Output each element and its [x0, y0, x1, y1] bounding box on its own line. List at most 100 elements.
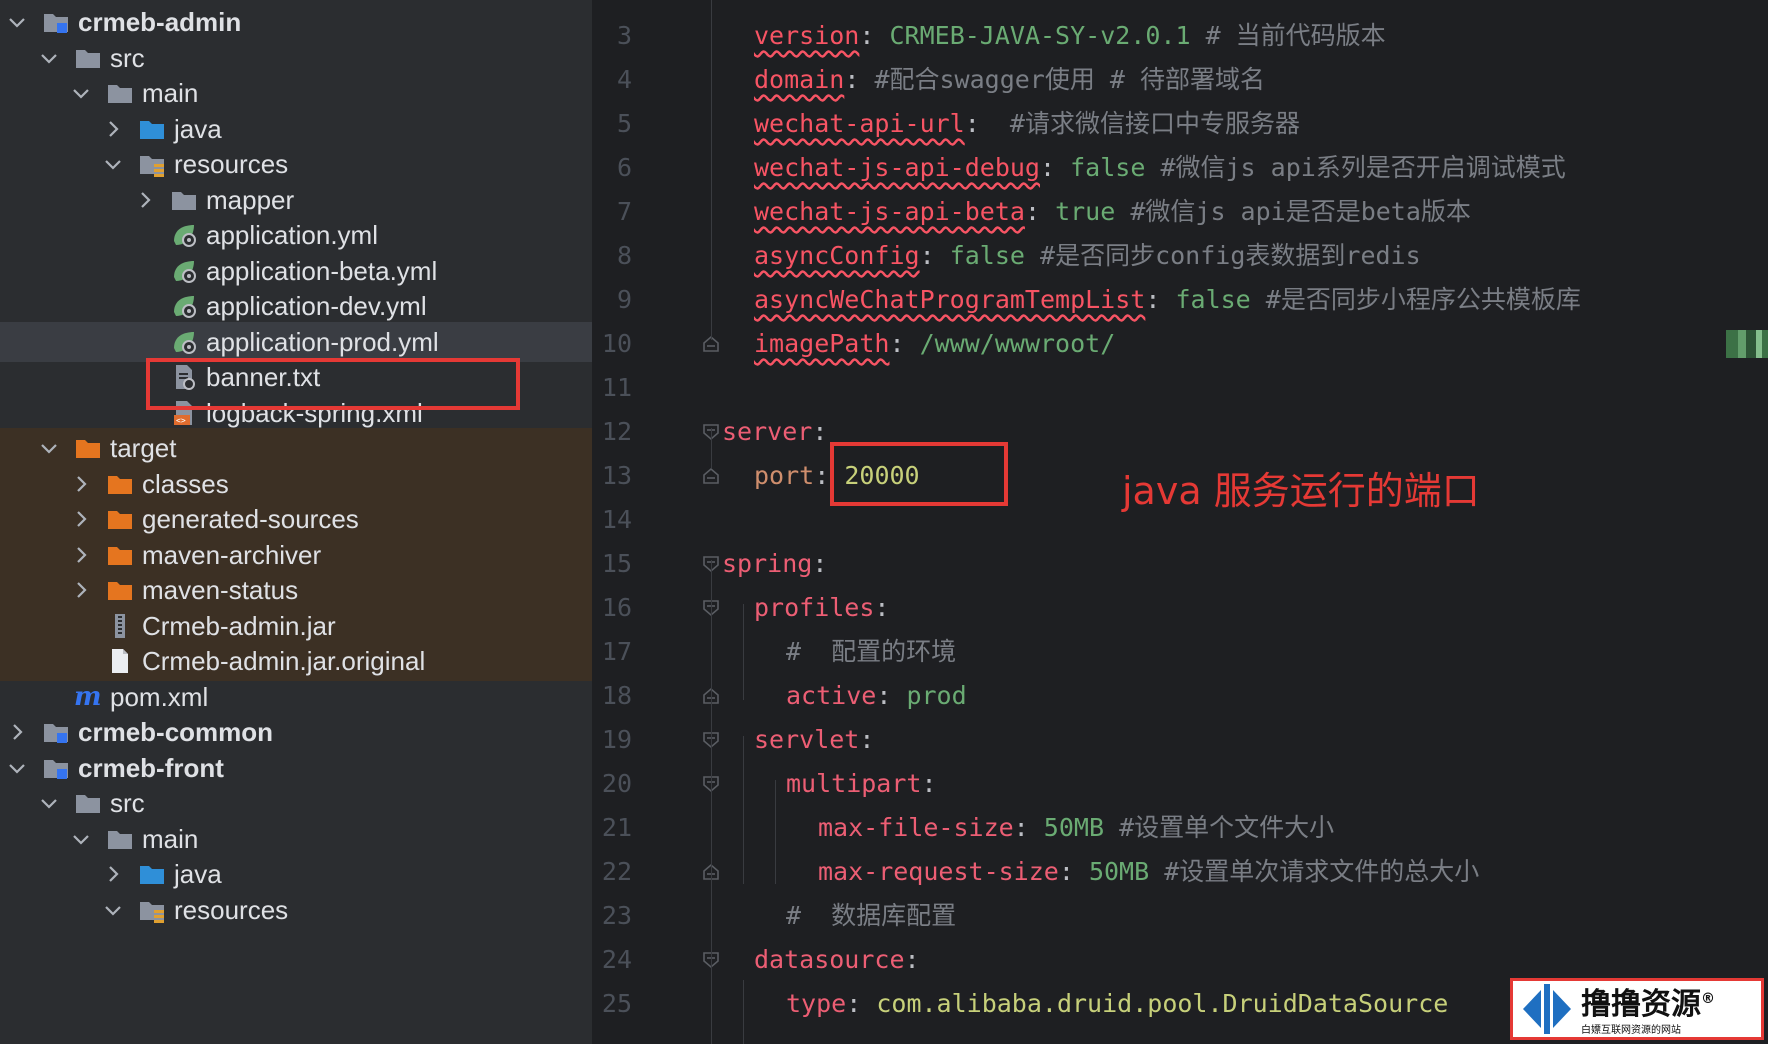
tree-item-main[interactable]: main [0, 819, 592, 859]
tree-item-resources[interactable]: resources [0, 890, 592, 930]
colon: : [812, 417, 828, 446]
tree-item-mapper[interactable]: mapper [0, 180, 592, 220]
tree-item-crmeb-front[interactable]: crmeb-front [0, 748, 592, 788]
chevron-right-icon[interactable] [70, 579, 92, 601]
tree-item-crmeb-admin-jar[interactable]: Crmeb-admin.jar [0, 606, 592, 646]
colon: : [859, 725, 875, 754]
chevron-down-icon[interactable] [38, 47, 60, 69]
module-folder-icon [42, 8, 70, 36]
chevron-down-icon[interactable] [38, 437, 60, 459]
resources-folder-icon [138, 150, 166, 178]
yaml-value: false [1070, 153, 1146, 182]
tree-item-application-prod-yml[interactable]: application-prod.yml [0, 322, 592, 362]
tree-item-label: application-beta.yml [206, 255, 438, 286]
yaml-comment: #请求微信接口中专服务器 [1009, 109, 1300, 138]
colon: : [1039, 153, 1056, 182]
indent-guide [775, 780, 776, 884]
chevron-right-icon[interactable] [102, 863, 124, 885]
code-line-9: asyncWeChatProgramTempList: false #是否同步小… [754, 278, 1581, 322]
line-number: 24 [601, 945, 632, 974]
tree-item-label: src [110, 42, 145, 73]
yaml-key: server [722, 417, 813, 446]
yaml-key: imagePath [754, 329, 890, 358]
excluded-folder-icon [106, 505, 134, 533]
code-line-16: profiles: [754, 586, 889, 630]
tree-item-crmeb-admin-jar-original[interactable]: Crmeb-admin.jar.original [0, 641, 592, 681]
chevron-right-icon[interactable] [134, 189, 156, 211]
colon: : [1024, 197, 1040, 226]
yaml-key: wechat-js-api-debug [754, 153, 1040, 182]
line-number: 18 [601, 681, 632, 710]
yaml-comment: #设置单个文件大小 [1119, 813, 1335, 842]
svg-text:m: m [74, 683, 102, 711]
tree-item-classes[interactable]: classes [0, 464, 592, 504]
code-line-15: spring: [722, 542, 827, 586]
svg-text:<>: <> [176, 416, 186, 425]
yaml-key: wechat-js-api-beta [754, 197, 1025, 226]
tree-item-crmeb-admin[interactable]: crmeb-admin [0, 2, 592, 42]
tree-item-crmeb-common[interactable]: crmeb-common [0, 712, 592, 752]
tree-item-main[interactable]: main [0, 73, 592, 113]
yaml-value: com.alibaba.druid.pool.DruidDataSource [876, 989, 1449, 1018]
chevron-down-icon[interactable] [6, 757, 28, 779]
fold-end-icon[interactable] [702, 467, 720, 485]
tree-item-label: application-prod.yml [206, 326, 439, 357]
tree-item-label: crmeb-common [78, 716, 274, 747]
chevron-down-icon[interactable] [102, 153, 124, 175]
chevron-right-icon[interactable] [70, 544, 92, 566]
tree-item-label: application.yml [206, 219, 378, 250]
chevron-down-icon[interactable] [70, 82, 92, 104]
line-number: 19 [601, 725, 632, 754]
tree-item-generated-sources[interactable]: generated-sources [0, 499, 592, 539]
indent-guide [743, 604, 744, 700]
yaml-value: true [1055, 197, 1116, 226]
tree-item-application-yml[interactable]: application.yml [0, 215, 592, 255]
folder-icon [74, 789, 102, 817]
tree-item-application-dev-yml[interactable]: application-dev.yml [0, 286, 592, 326]
code-line-3: version: CRMEB-JAVA-SY-v2.0.1 # 当前代码版本 [754, 14, 1386, 58]
tree-item-label: resources [174, 894, 289, 925]
spring-config-icon [170, 328, 198, 356]
tree-item-src[interactable]: src [0, 783, 592, 823]
excluded-folder-icon [106, 470, 134, 498]
tree-item-label: main [142, 823, 199, 854]
chevron-right-icon[interactable] [102, 118, 124, 140]
line-number: 10 [601, 329, 632, 358]
code-line-17: # 配置的环境 [786, 630, 956, 674]
colon: : [876, 681, 892, 710]
code-line-5: wechat-api-url: #请求微信接口中专服务器 [754, 102, 1300, 146]
tree-item-resources[interactable]: resources [0, 144, 592, 184]
tree-item-maven-archiver[interactable]: maven-archiver [0, 535, 592, 575]
chevron-down-icon[interactable] [102, 899, 124, 921]
tree-item-java[interactable]: java [0, 854, 592, 894]
code-line-24: datasource: [754, 938, 920, 982]
chevron-right-icon[interactable] [6, 721, 28, 743]
tree-item-maven-status[interactable]: maven-status [0, 570, 592, 610]
tree-item-label: main [142, 77, 199, 108]
logo-subtitle: 白嫖互联网资源的网站 [1581, 1024, 1681, 1036]
tree-item-target[interactable]: target [0, 428, 592, 468]
tree-item-java[interactable]: java [0, 109, 592, 149]
colon: : [919, 241, 935, 270]
tree-item-application-beta-yml[interactable]: application-beta.yml [0, 251, 592, 291]
code-line-18: active: prod [786, 674, 967, 718]
highlight-box [830, 442, 1008, 506]
colon: : [874, 593, 890, 622]
colon: : [1013, 813, 1029, 842]
colon: : [844, 65, 860, 94]
chevron-down-icon[interactable] [6, 11, 28, 33]
chevron-down-icon[interactable] [38, 792, 60, 814]
line-number: 22 [601, 857, 632, 886]
tree-item-label: java [174, 113, 222, 144]
chevron-down-icon[interactable] [70, 828, 92, 850]
code-editor[interactable]: 3 4 5 6 7 8 9 10 11 12 13 14 15 16 17 18… [592, 0, 1768, 1044]
watermark-logo: 撸撸资源® 白嫖互联网资源的网站 [1510, 978, 1764, 1040]
tree-item-src[interactable]: src [0, 38, 592, 78]
chevron-right-icon[interactable] [70, 473, 92, 495]
chevron-right-icon[interactable] [70, 508, 92, 530]
indent-guide [743, 736, 744, 884]
maven-icon: m [74, 683, 102, 711]
spring-config-icon [170, 257, 198, 285]
tree-item-pom-xml[interactable]: m pom.xml [0, 677, 592, 717]
line-number: 25 [601, 989, 632, 1018]
